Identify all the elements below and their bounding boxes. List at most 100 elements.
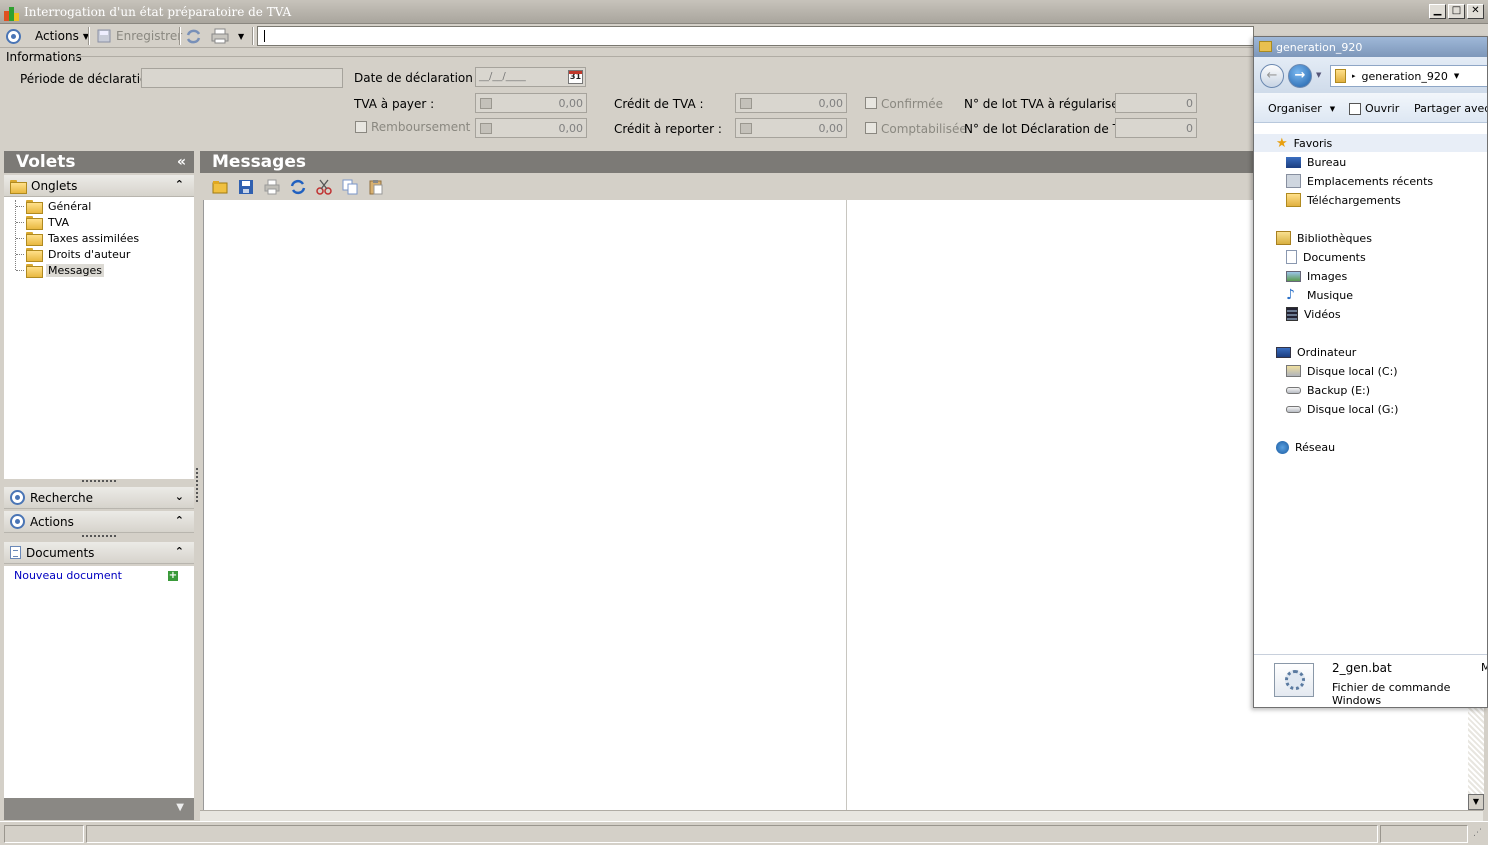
chevron-down-icon[interactable]: ▼ bbox=[176, 802, 184, 813]
calendar-icon[interactable]: 31 bbox=[568, 70, 583, 84]
add-document-icon[interactable]: + bbox=[168, 571, 178, 581]
recherche-label: Recherche bbox=[30, 490, 94, 505]
splitter-grip[interactable] bbox=[196, 468, 198, 502]
print-options-dropdown[interactable]: ▼ bbox=[238, 27, 244, 45]
explorer-nav-bar: ← → ▼ ▸ generation_920 ▼ bbox=[1254, 57, 1487, 93]
nav-reseau[interactable]: Réseau bbox=[1276, 438, 1335, 456]
network-icon bbox=[1276, 440, 1289, 454]
open-folder-icon[interactable] bbox=[212, 179, 228, 195]
save-icon bbox=[97, 29, 111, 43]
nav-images[interactable]: Images bbox=[1286, 267, 1347, 285]
actions-section-header[interactable]: Actions ⌃ bbox=[4, 511, 194, 533]
onglets-section-header[interactable]: Onglets ⌃ bbox=[4, 175, 194, 197]
chevron-down-icon[interactable]: ⌄ bbox=[175, 490, 184, 503]
folder-icon bbox=[26, 248, 43, 262]
chevron-up-icon[interactable]: ⌃ bbox=[175, 514, 184, 527]
print-button[interactable] bbox=[211, 27, 229, 45]
nav-bibliotheques-label: Bibliothèques bbox=[1297, 231, 1372, 245]
address-value: generation_920 bbox=[1361, 69, 1448, 83]
nav-videos[interactable]: Vidéos bbox=[1286, 305, 1341, 323]
messages-toolbar bbox=[200, 173, 1254, 200]
lot-declaration-value: 0 bbox=[1186, 122, 1193, 135]
nav-musique[interactable]: ♪ Musique bbox=[1286, 286, 1353, 304]
gear-icon bbox=[1285, 670, 1305, 690]
scroll-down-arrow-icon[interactable]: ▼ bbox=[1468, 794, 1484, 810]
resize-grip[interactable] bbox=[82, 535, 116, 538]
documents-section-header[interactable]: Documents ⌃ bbox=[4, 542, 194, 564]
tva-payer-field[interactable]: 0,00 bbox=[475, 93, 587, 113]
nav-backup-e[interactable]: Backup (E:) bbox=[1286, 381, 1370, 399]
nav-disque-g[interactable]: Disque local (G:) bbox=[1286, 400, 1398, 418]
explorer-title-bar: generation_920 bbox=[1254, 37, 1487, 57]
tree-branch bbox=[16, 269, 24, 271]
search-input[interactable] bbox=[257, 26, 1254, 46]
organiser-button[interactable]: Organiser ▼ bbox=[1268, 102, 1335, 115]
resize-grip-icon[interactable]: ⋰ bbox=[1473, 828, 1482, 838]
nav-favoris[interactable]: ★ Favoris bbox=[1254, 134, 1487, 152]
credit-reporter-value: 0,00 bbox=[818, 122, 844, 135]
nav-favoris-label: Favoris bbox=[1293, 136, 1333, 150]
tree-item-droits-auteur[interactable]: Droits d'auteur bbox=[16, 246, 132, 262]
save-icon[interactable] bbox=[238, 179, 254, 195]
remboursement-field[interactable]: 0,00 bbox=[475, 118, 587, 138]
nav-item-label: Disque local (G:) bbox=[1307, 402, 1399, 416]
remboursement-value: 0,00 bbox=[558, 122, 584, 135]
spinner-icon bbox=[480, 98, 492, 109]
back-button[interactable]: ← bbox=[1260, 64, 1284, 88]
chevron-up-icon[interactable]: ⌃ bbox=[175, 545, 184, 558]
nav-telechargements[interactable]: Téléchargements bbox=[1286, 191, 1401, 209]
tree-item-tva[interactable]: TVA bbox=[16, 214, 71, 230]
nav-bureau[interactable]: Bureau bbox=[1286, 153, 1346, 171]
periode-field[interactable] bbox=[141, 68, 343, 88]
tree-item-label: Droits d'auteur bbox=[48, 247, 131, 261]
address-bar[interactable]: ▸ generation_920 ▼ bbox=[1330, 65, 1487, 87]
comptabilisee-checkbox[interactable] bbox=[865, 122, 877, 134]
close-button[interactable]: ✕ bbox=[1467, 4, 1484, 19]
lot-regulariser-field[interactable]: 0 bbox=[1115, 93, 1197, 113]
collapse-panel-button[interactable]: « bbox=[177, 154, 186, 170]
nav-ordinateur[interactable]: Ordinateur bbox=[1276, 343, 1356, 361]
open-window-icon bbox=[1349, 102, 1361, 115]
save-button[interactable]: Enregistrer bbox=[96, 27, 182, 45]
forward-button[interactable]: → bbox=[1288, 64, 1312, 88]
credit-tva-field[interactable]: 0,00 bbox=[735, 93, 847, 113]
nav-emplacements-recents[interactable]: Emplacements récents bbox=[1286, 172, 1433, 190]
vertical-scrollbar[interactable]: ▼ bbox=[1468, 708, 1484, 810]
refresh-icon[interactable] bbox=[290, 179, 306, 195]
credit-reporter-field[interactable]: 0,00 bbox=[735, 118, 847, 138]
maximize-button[interactable]: □ bbox=[1448, 4, 1465, 19]
remboursement-checkbox[interactable] bbox=[355, 121, 367, 133]
printer-icon[interactable] bbox=[264, 179, 280, 195]
paste-icon[interactable] bbox=[368, 179, 384, 195]
recherche-section-header[interactable]: Recherche ⌄ bbox=[4, 487, 194, 509]
comptabilisee-label: Comptabilisée bbox=[881, 122, 967, 136]
desktop-icon bbox=[1286, 156, 1301, 168]
credit-reporter-label: Crédit à reporter : bbox=[614, 122, 722, 136]
nav-bibliotheques[interactable]: Bibliothèques bbox=[1276, 229, 1372, 247]
confirmee-checkbox[interactable] bbox=[865, 97, 877, 109]
date-field[interactable]: __/__/____ 31 bbox=[475, 67, 586, 87]
ouvrir-button[interactable]: Ouvrir bbox=[1349, 102, 1399, 115]
actions-icon bbox=[10, 514, 25, 529]
minimize-button[interactable]: ▁ bbox=[1429, 4, 1446, 19]
drive-icon bbox=[1286, 365, 1301, 377]
cut-icon[interactable] bbox=[316, 179, 332, 195]
printer-icon bbox=[211, 28, 229, 44]
chevron-up-icon[interactable]: ⌃ bbox=[175, 178, 184, 191]
history-dropdown-icon[interactable]: ▼ bbox=[1316, 71, 1321, 79]
lot-declaration-field[interactable]: 0 bbox=[1115, 118, 1197, 138]
recent-places-icon bbox=[1286, 174, 1301, 188]
recherche-icon bbox=[10, 490, 25, 505]
horizontal-scrollbar[interactable] bbox=[200, 810, 1483, 821]
refresh-button[interactable] bbox=[185, 27, 202, 45]
nav-documents[interactable]: Documents bbox=[1286, 248, 1366, 266]
nav-disque-c[interactable]: Disque local (C:) bbox=[1286, 362, 1398, 380]
new-document-link[interactable]: Nouveau document bbox=[14, 569, 122, 582]
actions-menu-button[interactable]: Actions ▼ bbox=[6, 27, 89, 45]
partager-button[interactable]: Partager avec bbox=[1414, 102, 1487, 115]
tree-item-taxes-assimilees[interactable]: Taxes assimilées bbox=[16, 230, 141, 246]
tree-item-general[interactable]: Général bbox=[16, 198, 93, 214]
copy-icon[interactable] bbox=[342, 179, 358, 195]
tree-item-messages[interactable]: Messages bbox=[16, 262, 104, 278]
resize-grip[interactable] bbox=[82, 480, 116, 483]
